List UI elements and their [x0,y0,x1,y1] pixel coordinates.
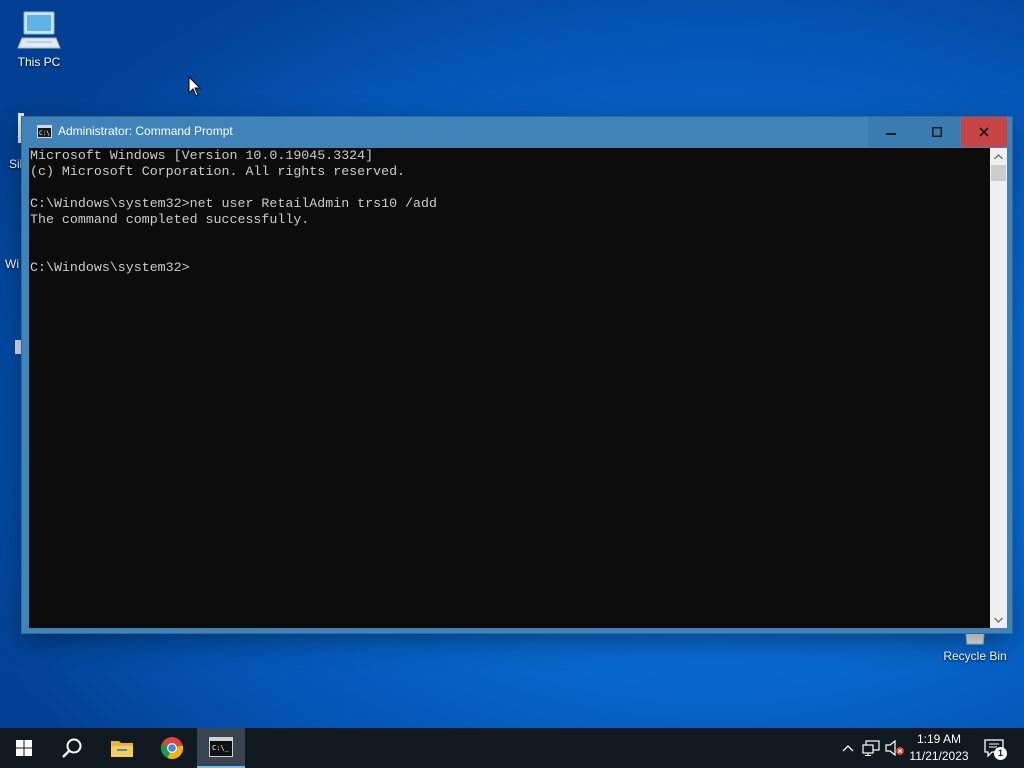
taskbar: C:\_ 1:19 AM 11/21/2023 1 [0,728,1024,768]
scroll-up-button[interactable] [990,148,1007,165]
start-button[interactable] [0,728,48,768]
maximize-icon [932,127,942,137]
cmd-icon: C:\_ [209,737,233,757]
search-button[interactable] [48,728,96,768]
taskbar-file-explorer[interactable] [98,728,146,768]
show-hidden-icons-button[interactable] [838,738,858,758]
mouse-cursor-icon [188,76,202,97]
desktop-icon-label: Recycle Bin [943,649,1007,663]
close-button[interactable] [961,117,1007,147]
console-line: Microsoft Windows [Version 10.0.19045.33… [30,148,374,163]
chevron-up-icon [842,745,854,752]
scroll-thumb[interactable] [991,165,1006,181]
folder-icon [111,741,133,757]
clock-date: 11/21/2023 [909,749,969,763]
console-line: (c) Microsoft Corporation. All rights re… [30,164,406,179]
notification-count-badge: 1 [994,747,1007,760]
scroll-down-button[interactable] [990,611,1007,628]
windows-logo-icon [16,740,32,756]
svg-text:C:\: C:\ [39,130,50,137]
clock-time: 1:19 AM [916,732,962,746]
desktop-icon-this-pc[interactable]: This PC [1,8,77,69]
network-tray-button[interactable] [861,738,881,758]
desktop-icon-label: This PC [17,55,61,69]
cmd-icon: C:\ [37,125,52,138]
partial-icon-label: Wi [5,257,19,271]
minimize-button[interactable] [868,117,914,147]
chrome-icon [161,737,184,760]
window-titlebar[interactable]: C:\ Administrator: Command Prompt [22,117,1012,148]
computer-icon [17,11,61,49]
maximize-button[interactable] [914,117,960,147]
console-text: Microsoft Windows [Version 10.0.19045.33… [29,148,437,276]
console-line: C:\Windows\system32>net user RetailAdmin… [30,196,437,211]
window-title: Administrator: Command Prompt [58,124,233,138]
svg-text:C:\_: C:\_ [212,744,230,752]
taskbar-clock[interactable]: 1:19 AM 11/21/2023 [906,731,972,765]
console-output[interactable]: Microsoft Windows [Version 10.0.19045.33… [29,148,990,628]
command-prompt-window[interactable]: C:\ Administrator: Command Prompt Micros… [21,116,1013,634]
close-icon [979,127,989,137]
taskbar-command-prompt[interactable]: C:\_ [197,728,245,768]
volume-muted-icon [885,740,904,756]
search-icon [62,738,82,758]
action-center-button[interactable]: 1 [982,737,1007,760]
chevron-up-icon [994,153,1003,159]
console-prompt-line[interactable]: C:\Windows\system32> [29,260,437,276]
vertical-scrollbar[interactable] [990,148,1007,628]
minimize-icon [886,133,896,135]
network-icon [862,740,880,756]
console-line: The command completed successfully. [30,212,310,227]
volume-tray-button[interactable] [885,738,905,758]
chevron-down-icon [994,617,1003,623]
taskbar-chrome[interactable] [148,728,196,768]
